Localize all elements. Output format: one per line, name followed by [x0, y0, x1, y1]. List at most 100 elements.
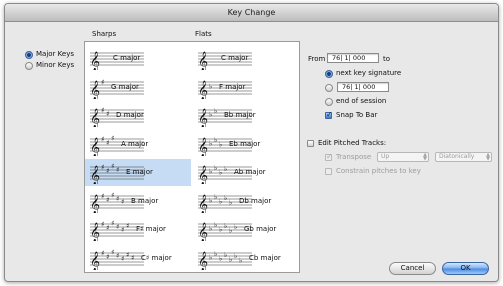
- flat-accidental-icon: ♭: [214, 164, 217, 172]
- flat-accidental-icon: ♭: [219, 254, 222, 262]
- flat-key-cell[interactable]: 𝄞 ♭ ♭ ♭ Eb major: [193, 131, 299, 158]
- checkmark-icon: ✓: [326, 110, 333, 119]
- treble-clef-icon: 𝄞: [90, 52, 100, 71]
- from-location-field[interactable]: 76| 1| 000: [327, 53, 379, 63]
- sharp-key-cell[interactable]: 𝄞 ♯ ♯ ♯ ♯ ♯ ♯ ♯ C♯ major: [85, 245, 191, 272]
- sharp-accidental-icon: ♯: [111, 163, 114, 171]
- sharps-column: 𝄞 C major 𝄞 ♯ G major 𝄞 ♯ ♯ D major 𝄞 ♯ ♯ ♯ A major 𝄞 ♯…: [85, 42, 191, 272]
- treble-clef-icon: 𝄞: [198, 251, 208, 270]
- major-keys-label: Major Keys: [36, 50, 74, 58]
- sharp-key-cell[interactable]: 𝄞 ♯ ♯ ♯ ♯ ♯ B major: [85, 188, 191, 215]
- flat-accidental-icon: ♭: [239, 256, 242, 264]
- minor-keys-radio[interactable]: [25, 62, 33, 70]
- flat-accidental-icon: ♭: [224, 194, 227, 202]
- sharp-key-cell[interactable]: 𝄞 ♯ ♯ D major: [85, 102, 191, 129]
- sharp-accidental-icon: ♯: [121, 255, 124, 263]
- flat-accidental-icon: ♭: [224, 222, 227, 230]
- flat-key-cell[interactable]: 𝄞 ♭ ♭ ♭ ♭ ♭ ♭ Gb major: [193, 216, 299, 243]
- from-label: From: [308, 55, 326, 63]
- sharp-key-cell[interactable]: 𝄞 ♯ ♯ ♯ ♯ ♯ ♯ F♯ major: [85, 216, 191, 243]
- key-label: C major: [221, 54, 249, 62]
- key-label: D major: [116, 111, 144, 119]
- sharp-accidental-icon: ♯: [101, 249, 104, 257]
- treble-clef-icon: 𝄞: [198, 223, 208, 242]
- up-down-arrows-icon: ▲ ▼: [486, 152, 490, 162]
- staff-icon: 𝄞 ♯ ♯♯ ♯ ♯ ♯ ♯: [90, 248, 144, 270]
- sharp-accidental-icon: ♯: [126, 251, 129, 259]
- flat-accidental-icon: ♭: [229, 255, 232, 263]
- sharp-accidental-icon: ♯: [116, 252, 119, 260]
- sharp-key-cell[interactable]: 𝄞 ♯ G major: [85, 74, 191, 101]
- flat-accidental-icon: ♭: [214, 107, 217, 115]
- next-key-signature-radio[interactable]: [325, 70, 333, 78]
- to-location-field[interactable]: 76| 1| 000: [337, 82, 389, 92]
- treble-clef-icon: 𝄞: [90, 137, 100, 156]
- sharp-accidental-icon: ♯: [106, 167, 109, 175]
- flat-accidental-icon: ♭: [224, 165, 227, 173]
- key-label: E major: [126, 168, 153, 176]
- key-label: Db major: [239, 196, 272, 205]
- sharps-header: Sharps: [92, 30, 117, 38]
- transpose-direction-popup[interactable]: Up ▲ ▼: [377, 152, 429, 162]
- edit-pitched-tracks-label: Edit Pitched Tracks:: [318, 139, 387, 147]
- flat-accidental-icon: ♭: [234, 252, 237, 260]
- key-label: B major: [131, 196, 159, 205]
- flat-accidental-icon: ♭: [214, 136, 217, 144]
- sharp-accidental-icon: ♯: [116, 166, 119, 174]
- cancel-button[interactable]: Cancel: [389, 262, 436, 275]
- treble-clef-icon: 𝄞: [90, 223, 100, 242]
- sharp-accidental-icon: ♯: [126, 222, 129, 230]
- ok-button[interactable]: OK: [442, 262, 489, 275]
- flats-header: Flats: [195, 30, 212, 38]
- key-label: F♯ major: [136, 225, 166, 233]
- up-down-arrows-icon: ▲ ▼: [423, 152, 427, 162]
- sharp-accidental-icon: ♯: [106, 196, 109, 204]
- flat-key-cell[interactable]: 𝄞 C major: [193, 45, 299, 72]
- flat-accidental-icon: ♭: [209, 253, 212, 261]
- sharp-accidental-icon: ♯: [111, 134, 114, 142]
- treble-clef-icon: 𝄞: [90, 194, 100, 213]
- end-of-session-radio[interactable]: [325, 98, 333, 106]
- next-key-signature-label: next key signature: [336, 69, 402, 77]
- edit-pitched-tracks-checkbox[interactable]: [307, 140, 314, 147]
- transpose-checkbox[interactable]: ✓: [325, 152, 333, 161]
- key-signature-list[interactable]: 𝄞 C major 𝄞 ♯ G major 𝄞 ♯ ♯ D major 𝄞 ♯ ♯ ♯ A major 𝄞 ♯…: [84, 41, 300, 273]
- treble-clef-icon: 𝄞: [90, 166, 100, 185]
- transpose-method-popup[interactable]: Diatonically ▲ ▼: [435, 152, 492, 162]
- flat-key-cell[interactable]: 𝄞 ♭ ♭ ♭ ♭ Ab major: [193, 159, 299, 186]
- key-label: Gb major: [244, 225, 277, 233]
- treble-clef-icon: 𝄞: [90, 109, 100, 128]
- dialog-title: Key Change: [5, 4, 498, 22]
- flat-key-cell[interactable]: 𝄞 ♭ F major: [193, 74, 299, 101]
- flat-key-cell[interactable]: 𝄞 ♭ ♭ ♭ ♭ ♭ ♭ ♭ Cb major: [193, 245, 299, 272]
- sharp-accidental-icon: ♯: [101, 78, 104, 86]
- major-keys-radio[interactable]: [25, 51, 33, 59]
- sharp-accidental-icon: ♯: [116, 195, 119, 203]
- to-location-radio[interactable]: [325, 84, 333, 92]
- flat-accidental-icon: ♭: [219, 140, 222, 148]
- treble-clef-icon: 𝄞: [198, 137, 208, 156]
- constrain-pitches-checkbox[interactable]: [325, 168, 332, 175]
- flat-key-cell[interactable]: 𝄞 ♭ ♭ ♭ ♭ ♭ Db major: [193, 188, 299, 215]
- sharp-accidental-icon: ♯: [111, 220, 114, 228]
- flat-accidental-icon: ♭: [229, 227, 232, 235]
- sharp-accidental-icon: ♯: [101, 221, 104, 229]
- sharp-key-cell[interactable]: 𝄞 ♯ ♯ ♯ A major: [85, 131, 191, 158]
- minor-keys-label: Minor Keys: [36, 61, 75, 69]
- to-label: to: [383, 55, 391, 63]
- flat-accidental-icon: ♭: [219, 169, 222, 177]
- flat-accidental-icon: ♭: [219, 226, 222, 234]
- flat-accidental-icon: ♭: [214, 221, 217, 229]
- flat-accidental-icon: ♭: [234, 223, 237, 231]
- key-label: C♯ major: [141, 253, 172, 262]
- key-label: Ab major: [234, 168, 266, 176]
- sharp-key-cell[interactable]: 𝄞 C major: [85, 45, 191, 72]
- flat-accidental-icon: ♭: [209, 139, 212, 147]
- treble-clef-icon: 𝄞: [90, 251, 100, 270]
- sharp-accidental-icon: ♯: [121, 226, 124, 234]
- flat-key-cell[interactable]: 𝄞 ♭ ♭ Bb major: [193, 102, 299, 129]
- sharp-key-cell[interactable]: 𝄞 ♯ ♯ ♯ ♯ E major: [85, 159, 191, 186]
- treble-clef-icon: 𝄞: [198, 194, 208, 213]
- sharp-accidental-icon: ♯: [101, 164, 104, 172]
- snap-to-bar-checkbox[interactable]: ✓: [325, 110, 333, 119]
